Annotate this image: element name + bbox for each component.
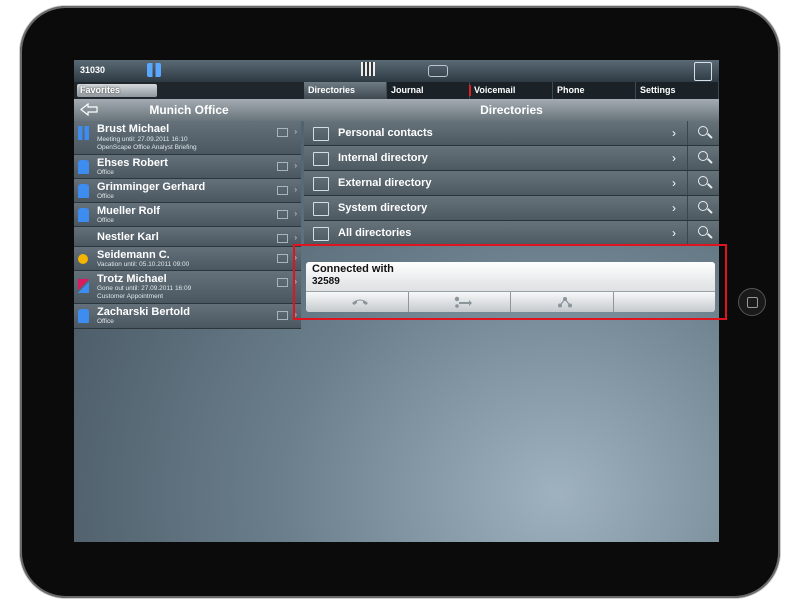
chevron-right-icon: ›: [672, 201, 676, 215]
list-item[interactable]: Seidemann C. Vacation until: 05.10.2011 …: [74, 247, 301, 271]
book-icon: [313, 202, 329, 216]
status-bar: 31030: [74, 60, 719, 82]
contact-status-line: Office: [97, 318, 114, 325]
search-icon[interactable]: [687, 171, 719, 195]
list-item[interactable]: Brust Michael Meeting until: 27.09.2011 …: [74, 121, 301, 155]
tab-phone[interactable]: Phone: [553, 82, 636, 99]
tab-journal[interactable]: Journal: [387, 82, 470, 99]
extension-number: 31030: [80, 65, 106, 75]
presence-icon[interactable]: [147, 63, 161, 77]
contact-status-line: Gone out until: 27.09.2011 16:09: [97, 285, 192, 292]
address-book-icon: [313, 127, 329, 141]
favorites-button[interactable]: Favorites: [77, 84, 157, 97]
chevron-right-icon: ›: [672, 176, 676, 190]
directory-label: External directory: [338, 177, 432, 189]
chevron-right-icon: ›: [672, 126, 676, 140]
list-item[interactable]: Nestler Karl ›: [74, 227, 301, 247]
directory-personal-contacts[interactable]: Personal contacts ›: [304, 121, 719, 146]
contact-status-line: Meeting until: 27.09.2011 16:10: [97, 136, 188, 143]
phone-icon[interactable]: ›: [277, 161, 297, 171]
list-item[interactable]: Trotz Michael Gone out until: 27.09.2011…: [74, 271, 301, 304]
exit-icon[interactable]: [694, 62, 712, 81]
contact-name: Grimminger Gerhard: [97, 181, 206, 193]
available-status-icon: [78, 309, 89, 323]
tab-directories[interactable]: Directories: [304, 82, 387, 99]
tab-label: Directories: [308, 85, 356, 95]
home-button[interactable]: [738, 288, 766, 316]
chevron-right-icon: ›: [672, 151, 676, 165]
book-icon: [313, 152, 329, 166]
contact-name: Ehses Robert: [97, 157, 168, 169]
contact-status-line: Office: [97, 193, 114, 200]
phone-icon[interactable]: ›: [277, 127, 297, 137]
tab-label: Settings: [640, 85, 676, 95]
directory-label: Personal contacts: [338, 127, 433, 139]
left-panel-title: Munich Office: [149, 103, 229, 117]
search-icon[interactable]: [687, 196, 719, 220]
search-icon[interactable]: [687, 221, 719, 245]
list-item[interactable]: Mueller Rolf Office ›: [74, 203, 301, 227]
voicemail-indicator: [469, 85, 471, 96]
available-status-icon: [78, 208, 89, 222]
contact-name: Nestler Karl: [97, 231, 159, 243]
left-panel-header: Munich Office: [74, 99, 304, 121]
tab-bar: Directories Journal Voicemail Phone Sett…: [304, 82, 719, 99]
directory-system[interactable]: System directory ›: [304, 196, 719, 221]
available-status-icon: [78, 160, 89, 174]
available-status-icon: [78, 126, 89, 140]
contact-status-line: OpenScape Office Analyst Briefing: [97, 144, 197, 151]
handset-icon[interactable]: [428, 65, 448, 77]
directory-internal[interactable]: Internal directory ›: [304, 146, 719, 171]
list-item[interactable]: Zacharski Bertold Office ›: [74, 304, 301, 329]
tab-label: Voicemail: [474, 85, 516, 95]
tab-settings[interactable]: Settings: [636, 82, 719, 99]
directory-label: System directory: [338, 202, 428, 214]
directory-label: All directories: [338, 227, 412, 239]
directory-label: Internal directory: [338, 152, 428, 164]
tab-label: Journal: [391, 85, 424, 95]
search-icon[interactable]: [687, 146, 719, 170]
contact-status-line: Office: [97, 169, 114, 176]
busy-status-icon: [78, 279, 89, 293]
directories-list: Personal contacts › Internal directory ›…: [304, 121, 719, 246]
phone-icon[interactable]: ›: [277, 209, 297, 219]
book-icon: [313, 227, 329, 241]
tab-label: Phone: [557, 85, 585, 95]
highlight-box: [293, 244, 727, 320]
tab-voicemail[interactable]: Voicemail: [469, 82, 553, 99]
contact-name: Seidemann C.: [97, 249, 170, 261]
phone-icon[interactable]: ›: [277, 233, 297, 243]
contact-name: Trotz Michael: [97, 273, 167, 285]
list-item[interactable]: Ehses Robert Office ›: [74, 155, 301, 179]
contact-status-line: Office: [97, 217, 114, 224]
contact-status-line: Vacation until: 05.10.2011 09:00: [97, 261, 190, 268]
right-panel-title: Directories: [480, 103, 543, 117]
right-panel-header: Directories: [304, 99, 719, 121]
contact-name: Brust Michael: [97, 123, 170, 135]
contact-name: Zacharski Bertold: [97, 306, 190, 318]
contact-name: Mueller Rolf: [97, 205, 160, 217]
book-icon: [313, 177, 329, 191]
contact-status-line: Customer Appointment: [97, 293, 164, 300]
available-status-icon: [78, 184, 89, 198]
away-status-icon: [78, 254, 88, 264]
favorites-list: Brust Michael Meeting until: 27.09.2011 …: [74, 121, 301, 329]
directory-external[interactable]: External directory ›: [304, 171, 719, 196]
dialpad-icon[interactable]: [361, 62, 375, 76]
directory-all[interactable]: All directories ›: [304, 221, 719, 246]
phone-icon[interactable]: ›: [277, 185, 297, 195]
list-item[interactable]: Grimminger Gerhard Office ›: [74, 179, 301, 203]
search-icon[interactable]: [687, 121, 719, 145]
favorites-bar: Favorites: [74, 82, 304, 99]
chevron-right-icon: ›: [672, 226, 676, 240]
